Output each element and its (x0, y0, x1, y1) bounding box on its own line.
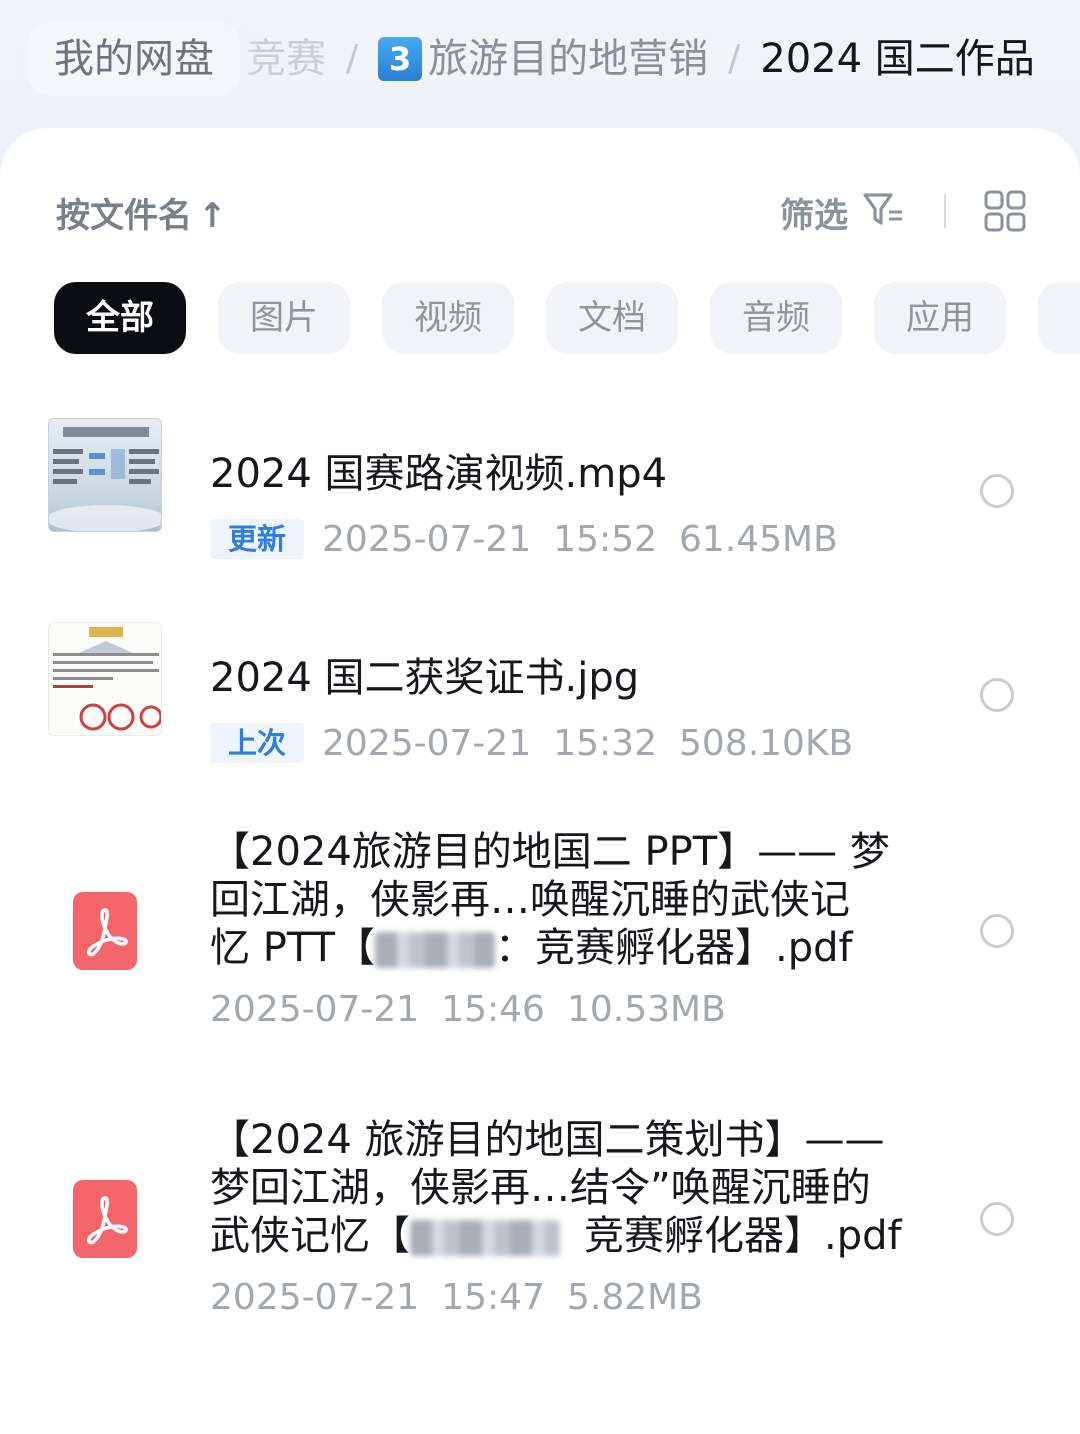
file-name: 2024 国赛路演视频.mp4 (210, 451, 668, 497)
select-radio[interactable] (980, 914, 1014, 948)
file-date: 2025-07-21 (210, 988, 420, 1030)
pdf-icon (73, 1180, 137, 1258)
file-name-part: ：竞赛孵化器】.pdf (495, 925, 853, 971)
file-name-line: 回江湖，侠影再…唤醒沉睡的武侠记 (210, 877, 850, 923)
sort-label: 按文件名 (56, 196, 192, 236)
list-item[interactable]: 【2024旅游目的地国二 PPT】—— 梦 回江湖，侠影再…唤醒沉睡的武侠记 忆… (0, 818, 1080, 1048)
file-meta: 2025-07-21 15:47 5.82MB (210, 1272, 725, 1322)
filter-icon[interactable] (862, 190, 904, 230)
breadcrumb-item-folder[interactable]: 旅游目的地营销 (428, 22, 708, 96)
redacted-text (375, 932, 495, 968)
file-meta: 2025-07-21 15:46 10.53MB (210, 984, 748, 1034)
breadcrumb-current: 2024 国二作品 (760, 36, 1035, 82)
file-time: 15:52 (553, 518, 657, 560)
select-radio[interactable] (980, 474, 1014, 508)
keycap-3-icon: 3 (378, 37, 423, 81)
breadcrumb-path: 竞赛 / 3 旅游目的地营销 / 2024 国二作品 (246, 22, 1035, 96)
file-date: 2025-07-21 (322, 722, 532, 764)
file-name-line: 【2024旅游目的地国二 PPT】—— 梦 (210, 829, 890, 875)
file-name: 【2024 旅游目的地国二策划书】—— 梦回江湖，侠影再…结令”唤醒沉睡的 武侠… (210, 1116, 910, 1260)
tab-videos[interactable]: 视频 (382, 282, 514, 354)
certificate-thumbnail (48, 622, 162, 736)
tab-documents[interactable]: 文档 (546, 282, 678, 354)
file-name-part: 忆 PTT【 (210, 925, 375, 971)
filter-button[interactable]: 筛选 (780, 188, 848, 237)
sort-button[interactable]: 按文件名 ↑ (56, 188, 227, 237)
breadcrumb-separator: / (346, 38, 359, 79)
status-badge: 上次 (210, 723, 305, 763)
file-name-line: 忆 PTT【 ：竞赛孵化器】.pdf (210, 924, 910, 972)
file-size: 10.53MB (566, 988, 726, 1030)
list-item[interactable]: 2024 国二获奖证书.jpg 上次 2025-07-21 15:32 508.… (0, 602, 1080, 782)
file-name-part: 竞赛孵化器】.pdf (584, 1213, 902, 1259)
toolbar: 按文件名 ↑ 筛选 全部 图片 视频 文档 音频 应用 (0, 128, 1080, 354)
sort-arrow-icon: ↑ (198, 196, 227, 236)
tab-more[interactable] (1038, 282, 1080, 354)
video-thumbnail (48, 418, 162, 532)
file-name-line: 武侠记忆【 竞赛孵化器】.pdf (210, 1212, 910, 1260)
file-size: 5.82MB (566, 1276, 703, 1318)
list-item[interactable]: 【2024 旅游目的地国二策划书】—— 梦回江湖，侠影再…结令”唤醒沉睡的 武侠… (0, 1106, 1080, 1336)
select-radio[interactable] (980, 678, 1014, 712)
file-name: 2024 国二获奖证书.jpg (210, 655, 640, 701)
file-name: 【2024旅游目的地国二 PPT】—— 梦 回江湖，侠影再…唤醒沉睡的武侠记 忆… (210, 828, 910, 972)
breadcrumb-item-competition[interactable]: 竞赛 (246, 22, 326, 96)
file-date: 2025-07-21 (322, 518, 532, 560)
tab-audio[interactable]: 音频 (710, 282, 842, 354)
file-size: 508.10KB (678, 722, 854, 764)
status-badge: 更新 (210, 519, 305, 559)
breadcrumb-home[interactable]: 我的网盘 (28, 22, 240, 96)
file-name-line: 【2024 旅游目的地国二策划书】—— (210, 1117, 885, 1163)
file-time: 15:32 (553, 722, 657, 764)
redacted-text (410, 1220, 560, 1256)
breadcrumb-separator: / (728, 38, 741, 79)
tab-all[interactable]: 全部 (54, 282, 186, 354)
category-tabs: 全部 图片 视频 文档 音频 应用 (54, 282, 1080, 354)
pdf-icon (73, 892, 137, 970)
file-meta: 上次 2025-07-21 15:32 508.10KB (210, 718, 875, 768)
tab-images[interactable]: 图片 (218, 282, 350, 354)
file-list-panel: 按文件名 ↑ 筛选 全部 图片 视频 文档 音频 应用 2024 国赛路演视频.… (0, 128, 1080, 1434)
file-size: 61.45MB (678, 518, 838, 560)
toolbar-divider (944, 194, 946, 228)
list-item[interactable]: 2024 国赛路演视频.mp4 更新 2025-07-21 15:52 61.4… (0, 398, 1080, 578)
file-time: 15:47 (441, 1276, 545, 1318)
file-name-part: 武侠记忆【 (210, 1213, 410, 1259)
file-meta: 更新 2025-07-21 15:52 61.45MB (210, 514, 860, 564)
file-date: 2025-07-21 (210, 1276, 420, 1318)
grid-view-icon[interactable] (984, 190, 1026, 232)
file-name-line: 梦回江湖，侠影再…结令”唤醒沉睡的 (210, 1165, 871, 1211)
file-time: 15:46 (441, 988, 545, 1030)
tab-apps[interactable]: 应用 (874, 282, 1006, 354)
select-radio[interactable] (980, 1202, 1014, 1236)
